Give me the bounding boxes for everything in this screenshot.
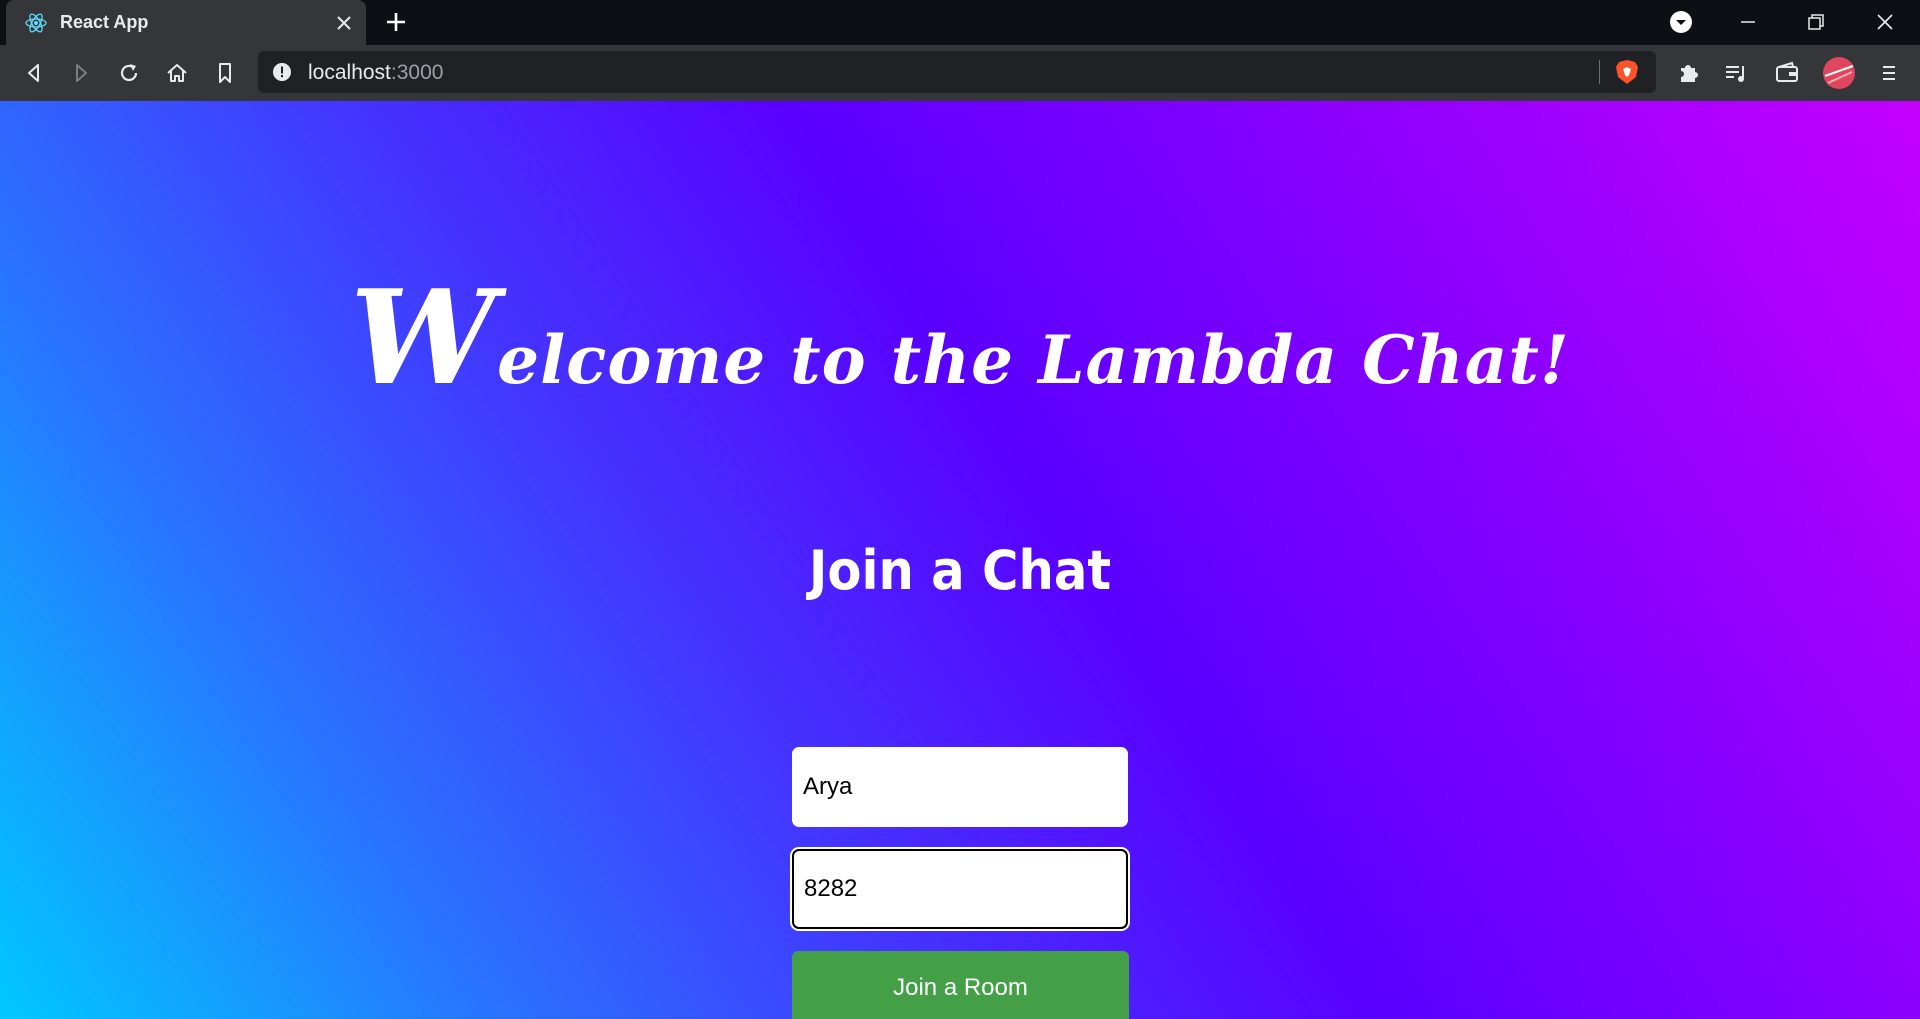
welcome-heading-text: elcome to the Lambda Chat! <box>497 321 1570 399</box>
url-port: :3000 <box>390 61 444 84</box>
omnibox-divider <box>1599 60 1600 84</box>
brave-shields-icon[interactable] <box>1613 58 1641 86</box>
forward-icon[interactable] <box>66 58 96 88</box>
room-id-input[interactable] <box>792 849 1128 929</box>
close-window-icon[interactable] <box>1871 8 1899 36</box>
reload-icon[interactable] <box>114 58 144 88</box>
tab-title: React App <box>60 12 149 32</box>
welcome-heading: Welcome to the Lambda Chat! <box>0 261 1920 414</box>
welcome-heading-initial: W <box>350 261 498 414</box>
join-room-button[interactable]: Join a Room <box>792 951 1129 1019</box>
join-chat-heading: Join a Chat <box>808 539 1112 602</box>
back-icon[interactable] <box>19 58 49 88</box>
browser-toolbar: localhost:3000 <box>0 45 1920 101</box>
new-tab-plus-icon[interactable] <box>383 9 409 35</box>
name-input[interactable] <box>792 747 1128 827</box>
close-tab-icon[interactable] <box>332 11 356 35</box>
wallet-icon[interactable] <box>1772 58 1802 88</box>
url-text: localhost:3000 <box>308 61 443 85</box>
browser-window: React App localhost:3000 Welcome to the … <box>0 0 1920 1019</box>
react-logo-icon <box>25 13 47 33</box>
bookmark-icon[interactable] <box>210 58 240 88</box>
site-info-icon[interactable] <box>272 62 292 82</box>
extensions-puzzle-icon[interactable] <box>1673 58 1703 88</box>
home-icon[interactable] <box>162 58 192 88</box>
profile-avatar-icon[interactable] <box>1822 56 1856 90</box>
playlist-icon[interactable] <box>1721 58 1751 88</box>
page-viewport: Welcome to the Lambda Chat! Join a Chat … <box>0 101 1920 1019</box>
minimize-icon[interactable] <box>1734 8 1762 36</box>
tab-search-dropdown-icon[interactable] <box>1667 8 1695 36</box>
tab-react-app[interactable]: React App <box>6 0 366 45</box>
tab-strip: React App <box>0 0 1920 45</box>
address-bar[interactable]: localhost:3000 <box>258 51 1656 93</box>
menu-hamburger-icon[interactable] <box>1874 58 1904 88</box>
url-host: localhost <box>308 61 391 84</box>
restore-icon[interactable] <box>1802 8 1830 36</box>
